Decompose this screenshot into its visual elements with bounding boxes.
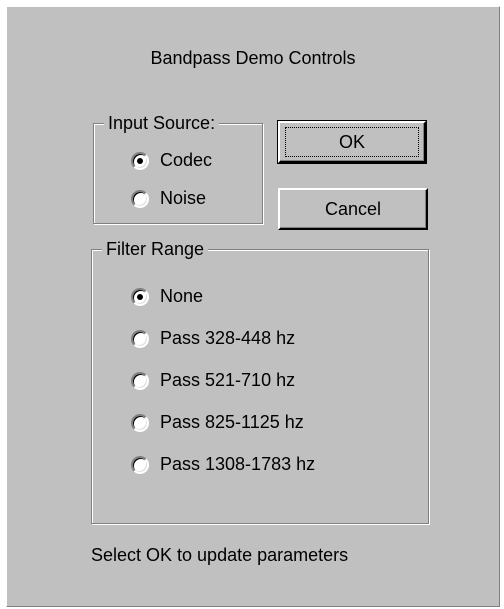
bandpass-dialog: Bandpass Demo Controls Input Source: Cod… [6,6,500,607]
focus-rectangle [285,127,419,157]
dialog-title: Bandpass Demo Controls [150,48,356,68]
cancel-button-label: Cancel [324,198,382,219]
radio-circle-icon[interactable] [131,189,149,208]
radio-filter-1308-1783[interactable]: Pass 1308-1783 hz [131,454,315,475]
radio-filter-521-710[interactable]: Pass 521-710 hz [131,370,295,391]
input-source-label: Input Source: [104,112,220,134]
ok-button[interactable]: OK [277,120,427,164]
radio-noise[interactable]: Noise [131,188,206,209]
radio-codec[interactable]: Codec [131,150,212,171]
filter-range-label: Filter Range [102,238,209,260]
radio-filter-328-448-label: Pass 328-448 hz [160,328,296,348]
radio-filter-none-label: None [160,286,204,306]
radio-filter-328-448[interactable]: Pass 328-448 hz [131,328,295,349]
radio-circle-icon[interactable] [131,455,149,474]
radio-filter-825-1125[interactable]: Pass 825-1125 hz [131,412,304,433]
radio-noise-label: Noise [160,188,207,208]
status-text: Select OK to update parameters [91,545,349,565]
radio-filter-521-710-label: Pass 521-710 hz [160,370,296,390]
cancel-button[interactable]: Cancel [278,188,428,230]
radio-circle-checked-icon[interactable] [131,151,149,170]
radio-codec-label: Codec [160,150,213,170]
radio-filter-none[interactable]: None [131,286,203,307]
radio-circle-icon[interactable] [131,329,149,348]
radio-circle-checked-icon[interactable] [131,287,149,306]
radio-filter-825-1125-label: Pass 825-1125 hz [160,412,304,432]
radio-circle-icon[interactable] [131,413,149,432]
radio-filter-1308-1783-label: Pass 1308-1783 hz [160,454,316,474]
radio-circle-icon[interactable] [131,371,149,390]
